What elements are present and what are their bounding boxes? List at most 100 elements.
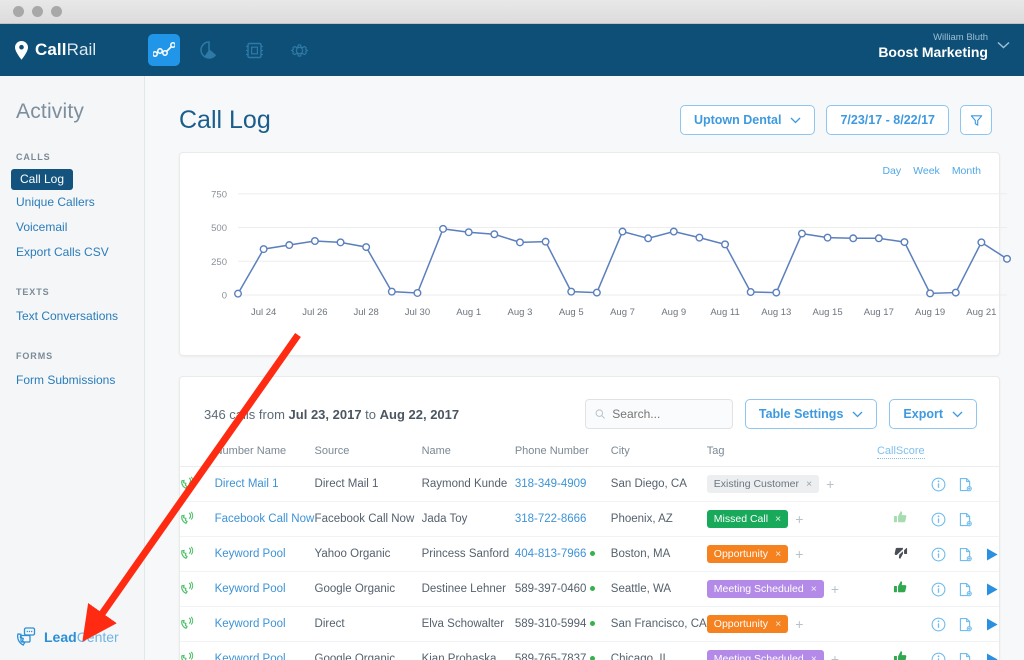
cell-number-name[interactable]: Keyword Pool xyxy=(214,571,315,607)
thumbs-up-icon[interactable] xyxy=(893,650,908,660)
tag-chip[interactable]: Meeting Scheduled × xyxy=(706,650,824,660)
sidebar-item-call-log[interactable]: Call Log xyxy=(0,169,144,190)
cell-phone-number[interactable]: 404-813-7966 xyxy=(514,536,611,572)
leadcenter-logo[interactable]: LeadCenter xyxy=(15,626,119,648)
search-input[interactable] xyxy=(612,407,723,421)
tag-chip[interactable]: Missed Call × xyxy=(706,510,789,528)
add-tag-icon[interactable]: + xyxy=(795,546,803,562)
sidebar-item-voicemail[interactable]: Voicemail xyxy=(0,215,144,240)
cell-phone-number[interactable]: 589-397-0460 xyxy=(514,571,611,607)
table-row[interactable]: Keyword Pool Google Organic Destinee Lehne… xyxy=(180,571,999,607)
date-range-button[interactable]: 7/23/17 - 8/22/17 xyxy=(826,105,949,135)
cell-number-name[interactable]: Facebook Call Now xyxy=(214,501,315,537)
cell-number-name[interactable]: Keyword Pool xyxy=(214,536,315,572)
window-minimize-dot[interactable] xyxy=(32,6,43,17)
number-name-link[interactable]: Keyword Pool xyxy=(215,653,286,660)
tag-remove-icon[interactable]: × xyxy=(811,653,817,660)
add-tag-icon[interactable]: + xyxy=(795,511,803,527)
phone-number-value[interactable]: 589-765-7837 xyxy=(515,653,587,660)
nav-reports-button[interactable] xyxy=(193,34,225,66)
table-row[interactable]: Facebook Call Now Facebook Call Now Jada T… xyxy=(180,501,999,537)
window-maximize-dot[interactable] xyxy=(51,6,62,17)
tag-remove-icon[interactable]: × xyxy=(775,513,781,525)
user-account-menu[interactable]: William Bluth Boost Marketing xyxy=(878,32,1010,61)
info-icon[interactable] xyxy=(931,477,946,492)
phone-number-value[interactable]: 589-310-5994 xyxy=(515,618,587,630)
col-callscore[interactable]: CallScore xyxy=(870,445,931,467)
number-name-link[interactable]: Keyword Pool xyxy=(215,583,286,595)
tag-remove-icon[interactable]: × xyxy=(811,583,817,595)
cell-number-name[interactable]: Keyword Pool xyxy=(214,606,315,642)
tag-chip[interactable]: Existing Customer × xyxy=(706,475,820,493)
phone-number-value[interactable]: 404-813-7966 xyxy=(515,548,587,560)
tag-chip[interactable]: Opportunity × xyxy=(706,615,789,633)
info-icon[interactable] xyxy=(931,582,946,597)
add-note-icon[interactable] xyxy=(958,652,973,660)
tag-remove-icon[interactable]: × xyxy=(775,548,781,560)
add-tag-icon[interactable]: + xyxy=(831,581,839,597)
tag-chip[interactable]: Meeting Scheduled × xyxy=(706,580,824,598)
cell-phone-number[interactable]: 318-349-4909 xyxy=(514,466,611,502)
cell-number-name[interactable]: Direct Mail 1 xyxy=(214,466,315,502)
nav-integrations-button[interactable] xyxy=(238,34,270,66)
filter-button[interactable] xyxy=(960,105,992,135)
table-settings-button[interactable]: Table Settings xyxy=(744,399,878,429)
tag-chip[interactable]: Opportunity × xyxy=(706,545,789,563)
sidebar-item-export-calls-csv[interactable]: Export Calls CSV xyxy=(0,240,144,265)
info-icon[interactable] xyxy=(931,652,946,660)
play-recording-icon[interactable] xyxy=(985,547,999,562)
cell-number-name[interactable]: Keyword Pool xyxy=(214,641,315,660)
export-button[interactable]: Export xyxy=(889,399,977,429)
cell-phone-number[interactable]: 589-765-7837 xyxy=(514,641,611,660)
add-tag-icon[interactable]: + xyxy=(826,476,834,492)
search-box[interactable] xyxy=(584,399,733,429)
col-source[interactable]: Source xyxy=(314,445,422,467)
tag-remove-icon[interactable]: × xyxy=(806,478,812,490)
table-row[interactable]: Direct Mail 1 Direct Mail 1 Raymond Kunde 3… xyxy=(180,466,999,502)
play-recording-icon[interactable] xyxy=(985,617,999,632)
add-note-icon[interactable] xyxy=(958,582,973,597)
number-name-link[interactable]: Facebook Call Now xyxy=(215,513,315,525)
info-icon[interactable] xyxy=(931,512,946,527)
callrail-logo[interactable]: CallRail xyxy=(0,40,144,60)
col-tag[interactable]: Tag xyxy=(706,445,871,467)
thumbs-down-icon[interactable] xyxy=(893,545,908,560)
phone-number-value[interactable]: 318-722-8666 xyxy=(515,513,587,525)
number-name-link[interactable]: Direct Mail 1 xyxy=(215,478,279,490)
col-phone-number[interactable]: Phone Number xyxy=(514,445,611,467)
window-close-dot[interactable] xyxy=(13,6,24,17)
add-tag-icon[interactable]: + xyxy=(795,616,803,632)
phone-number-value[interactable]: 318-349-4909 xyxy=(515,478,587,490)
col-name[interactable]: Name xyxy=(421,445,515,467)
table-row[interactable]: Keyword Pool Yahoo Organic Princess Sanfor… xyxy=(180,536,999,572)
thumbs-up-icon[interactable] xyxy=(893,580,908,595)
add-note-icon[interactable] xyxy=(958,512,973,527)
play-recording-icon[interactable] xyxy=(985,652,999,660)
add-tag-icon[interactable]: + xyxy=(831,651,839,660)
cell-phone-number[interactable]: 318-722-8666 xyxy=(514,501,611,537)
number-name-link[interactable]: Keyword Pool xyxy=(215,618,286,630)
sidebar-item-form-submissions[interactable]: Form Submissions xyxy=(0,368,144,393)
add-note-icon[interactable] xyxy=(958,477,973,492)
sidebar-item-text-conversations[interactable]: Text Conversations xyxy=(0,304,144,329)
nav-settings-button[interactable] xyxy=(283,34,315,66)
col-number-name[interactable]: Number Name xyxy=(214,445,315,467)
table-row[interactable]: Keyword Pool Direct Elva Schowalter 589-310… xyxy=(180,606,999,642)
add-note-icon[interactable] xyxy=(958,617,973,632)
info-icon[interactable] xyxy=(931,617,946,632)
col-city[interactable]: City xyxy=(610,445,707,467)
table-row[interactable]: Keyword Pool Google Organic Kian Prohaska 5… xyxy=(180,641,999,660)
company-filter-dropdown[interactable]: Uptown Dental xyxy=(679,105,816,135)
phone-number-value[interactable]: 589-397-0460 xyxy=(515,583,587,595)
col-call-icon xyxy=(180,445,215,467)
sidebar-item-unique-callers[interactable]: Unique Callers xyxy=(0,190,144,215)
tag-remove-icon[interactable]: × xyxy=(775,618,781,630)
thumbs-up-icon[interactable] xyxy=(893,510,908,525)
cell-city: San Diego, CA xyxy=(610,466,707,502)
add-note-icon[interactable] xyxy=(958,547,973,562)
nav-analytics-button[interactable] xyxy=(148,34,180,66)
info-icon[interactable] xyxy=(931,547,946,562)
number-name-link[interactable]: Keyword Pool xyxy=(215,548,286,560)
cell-phone-number[interactable]: 589-310-5994 xyxy=(514,606,611,642)
play-recording-icon[interactable] xyxy=(985,582,999,597)
